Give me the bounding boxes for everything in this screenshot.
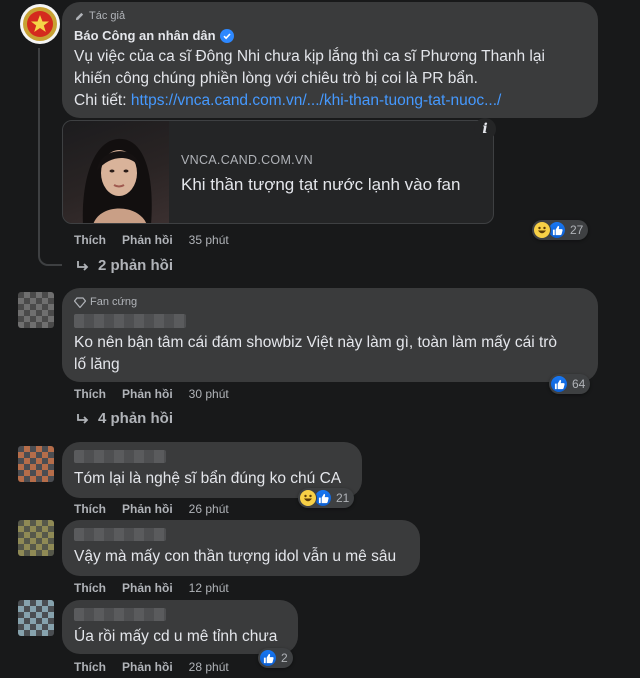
comment-text-line: lố lăng [74,356,120,373]
pencil-icon [75,12,84,20]
haha-reaction-icon [533,221,551,239]
comment-bubble: Vậy mà mấy con thần tượng idol vẫn u mê … [62,520,420,576]
link-preview-card[interactable]: VNCA.CAND.COM.VN Khi thần tượng tạt nước… [62,120,494,224]
preview-title[interactable]: Khi thần tượng tạt nước lạnh vào fan [181,175,460,195]
timestamp[interactable]: 35 phút [189,233,229,247]
info-button[interactable]: i [474,118,496,140]
user-avatar[interactable] [18,520,54,556]
comment-text: Tóm lại là nghệ sĩ bẩn đúng ko chú CA [74,470,342,487]
reply-action[interactable]: Phản hồi [122,387,173,401]
blurred-username[interactable] [74,608,166,621]
reply-action[interactable]: Phản hồi [122,502,173,516]
timestamp[interactable]: 26 phút [189,502,229,516]
like-action[interactable]: Thích [74,502,106,516]
author-badge: Tác giả [74,10,125,22]
comment-actions: Thích Phản hồi 30 phút [74,387,229,401]
comment-bubble: Úa rồi mấy cd u mê tỉnh chưa [62,600,298,654]
reaction-summary[interactable]: 2 [258,648,293,668]
comment-text: Úa rồi mấy cd u mê tỉnh chưa [74,628,278,645]
user-avatar[interactable] [18,292,54,328]
reaction-count: 27 [570,223,584,237]
blurred-username[interactable] [74,450,166,463]
like-reaction-icon [550,375,568,393]
like-action[interactable]: Thích [74,387,106,401]
page-avatar[interactable] [20,4,60,44]
like-action[interactable]: Thích [74,660,106,674]
reaction-summary[interactable]: 64 [549,374,591,394]
post-text: Vụ việc của ca sĩ Đông Nhi chưa kịp lắng… [74,46,594,112]
verified-badge-icon [219,28,234,43]
police-emblem-icon [23,7,57,41]
reply-arrow-icon [77,260,89,271]
post-detail: Chi tiết: https://vnca.cand.com.vn/.../k… [74,90,594,112]
like-reaction-icon [259,649,277,667]
post-text-line: Vụ việc của ca sĩ Đông Nhi chưa kịp lắng… [74,48,545,65]
comment-text: Ko nên bận tâm cái đám showbiz Việt này … [74,332,594,376]
comment-bubble: Fan cứng Ko nên bận tâm cái đám showbiz … [62,288,598,382]
comment-text-line: Ko nên bận tâm cái đám showbiz Việt này … [74,334,558,351]
comment-text: Vậy mà mấy con thần tượng idol vẫn u mê … [74,548,397,565]
user-avatar[interactable] [18,446,54,482]
reaction-count: 64 [572,377,586,391]
view-replies[interactable]: 4 phản hồi [76,410,173,427]
timestamp[interactable]: 12 phút [189,581,229,595]
like-action[interactable]: Thích [74,581,106,595]
user-avatar[interactable] [18,600,54,636]
reaction-summary[interactable]: 21 [298,488,355,508]
post-bubble: Tác giả Báo Công an nhân dân Vụ việc của… [62,2,598,118]
view-replies[interactable]: 2 phản hồi [76,257,173,274]
blurred-username[interactable] [74,314,186,328]
comment-actions: Thích Phản hồi 28 phút [74,660,229,674]
diamond-icon [74,296,86,308]
post-text-line: khiến công chúng phiền lòng với chiêu tr… [74,70,478,87]
like-action[interactable]: Thích [74,233,106,247]
author-badge-label: Tác giả [89,10,126,22]
reply-action[interactable]: Phản hồi [122,660,173,674]
reply-action[interactable]: Phản hồi [122,233,173,247]
preview-thumbnail [63,121,169,223]
post-actions: Thích Phản hồi 35 phút [74,233,229,247]
post-detail-link[interactable]: https://vnca.cand.com.vn/.../khi-than-tu… [131,92,501,109]
reaction-count: 21 [336,491,350,505]
portrait-image-icon [82,138,152,223]
timestamp[interactable]: 30 phút [189,387,229,401]
replies-count-label: 4 phản hồi [98,410,173,427]
comment-actions: Thích Phản hồi 12 phút [74,581,229,595]
reply-arrow-icon [77,413,89,424]
timestamp[interactable]: 28 phút [189,660,229,674]
replies-count-label: 2 phản hồi [98,257,173,274]
reply-action[interactable]: Phản hồi [122,581,173,595]
haha-reaction-icon [299,489,317,507]
info-icon: i [482,121,488,137]
post-detail-label: Chi tiết: [74,92,127,109]
reaction-count: 2 [281,651,288,665]
preview-domain: VNCA.CAND.COM.VN [181,153,313,167]
blurred-username[interactable] [74,528,166,541]
thread-line [38,48,62,266]
post-author[interactable]: Báo Công an nhân dân [74,28,234,43]
fan-badge-label: Fan cứng [90,296,138,308]
post-author-name[interactable]: Báo Công an nhân dân [74,28,216,43]
reaction-summary[interactable]: 27 [532,220,589,240]
comment-actions: Thích Phản hồi 26 phút [74,502,229,516]
fan-badge: Fan cứng [74,296,137,308]
